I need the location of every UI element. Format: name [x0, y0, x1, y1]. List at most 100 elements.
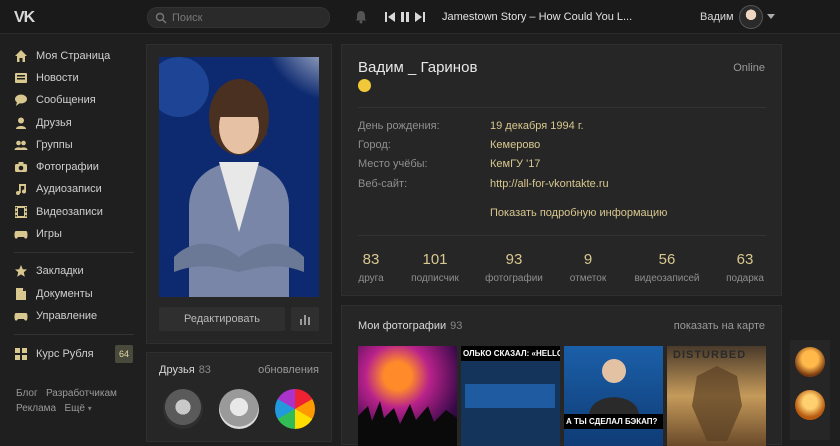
photo-thumbnail[interactable]: А ТЫ СДЕЛАЛ БЭКАП?: [564, 346, 663, 446]
search-placeholder: Поиск: [172, 12, 203, 24]
developers-link[interactable]: Разработчикам: [46, 388, 117, 399]
chevron-down-icon[interactable]: [767, 14, 775, 19]
website-value[interactable]: http://all-for-vkontakte.ru: [490, 178, 609, 190]
counter-number: 101: [422, 251, 448, 268]
counter-photos[interactable]: 93 фотографии: [474, 251, 554, 284]
side-avatar[interactable]: [795, 390, 825, 420]
current-user-avatar[interactable]: [739, 5, 763, 29]
sidebar-item-label: Курс Рубля: [36, 348, 94, 360]
friend-avatar[interactable]: [163, 389, 203, 429]
sidebar-item-messages[interactable]: Сообщения: [14, 90, 96, 110]
current-user-name[interactable]: Вадим: [700, 11, 734, 23]
sidebar-item-label: Видеозаписи: [36, 206, 103, 218]
photo-caption: А ТЫ СДЕЛАЛ БЭКАП?: [564, 414, 663, 429]
photo-thumbnail[interactable]: [358, 346, 457, 446]
photo-thumbnail[interactable]: DISTURBED: [667, 346, 766, 446]
friends-updates-link[interactable]: обновления: [258, 364, 319, 376]
city-value[interactable]: Кемерово: [490, 139, 540, 151]
sidebar-divider: [14, 334, 134, 335]
profile-divider: [358, 235, 766, 236]
audio-player-controls: [385, 10, 425, 24]
blog-link[interactable]: Блог: [16, 388, 38, 399]
sidebar-item-documents[interactable]: Документы: [14, 284, 93, 304]
sidebar-item-ruble-rate[interactable]: Курс Рубля: [14, 344, 94, 364]
pause-icon[interactable]: [400, 11, 410, 23]
my-photos-card: Мои фотографии 93 показать на карте ОЛЬКО…: [341, 305, 782, 446]
sidebar-item-videos[interactable]: Видеозаписи: [14, 202, 103, 222]
previous-track-icon[interactable]: [385, 11, 395, 23]
search-icon: [155, 12, 167, 24]
edit-profile-button[interactable]: Редактировать: [159, 307, 285, 331]
search-input[interactable]: Поиск: [147, 7, 330, 28]
study-value[interactable]: КемГУ '17: [490, 158, 540, 170]
show-on-map-link[interactable]: показать на карте: [674, 320, 765, 332]
sidebar-item-label: Управление: [36, 310, 98, 322]
photo-thumbnail[interactable]: ОЛЬКО СКАЗАЛ: «HELLO, GU: [461, 346, 560, 446]
sidebar-item-news[interactable]: Новости: [14, 68, 79, 88]
music-icon: [16, 184, 26, 195]
counter-videos[interactable]: 56 видеозаписей: [627, 251, 707, 284]
friends-title[interactable]: Друзья 83: [159, 364, 211, 376]
counter-gifts[interactable]: 63 подарка: [705, 251, 785, 284]
sidebar-item-games[interactable]: Игры: [14, 224, 62, 244]
ruble-rate-badge: 64: [115, 345, 133, 363]
birthday-label: День рождения:: [358, 120, 440, 132]
sidebar-item-management[interactable]: Управление: [14, 306, 97, 326]
concert-crowd-illustration: [358, 401, 457, 446]
photo-caption: ОЛЬКО СКАЗАЛ: «HELLO, GU: [461, 346, 560, 361]
my-photos-count: 93: [450, 320, 463, 332]
next-track-icon[interactable]: [415, 11, 425, 23]
friends-count: 83: [198, 364, 211, 376]
sidebar-item-groups[interactable]: Группы: [14, 135, 73, 155]
counter-number: 56: [658, 251, 676, 268]
now-playing-track[interactable]: Jamestown Story – How Could You L...: [442, 11, 632, 23]
website-label: Веб-сайт:: [358, 178, 408, 190]
profile-photo[interactable]: [159, 57, 319, 297]
sidebar-item-label: Игры: [36, 228, 62, 240]
counter-label: отметок: [569, 273, 607, 284]
friend-avatar[interactable]: [219, 389, 259, 429]
counter-followers[interactable]: 101 подписчик: [395, 251, 475, 284]
statistics-button[interactable]: [291, 307, 319, 331]
friend-icon: [16, 117, 26, 129]
profile-divider: [358, 107, 766, 108]
profile-photo-illustration: [159, 57, 319, 297]
more-link[interactable]: Ещё: [64, 403, 84, 414]
profile-info-card: Вадим _ Гаринов Online День рождения: 19…: [341, 44, 782, 296]
bell-icon[interactable]: [354, 10, 368, 24]
chevron-down-icon[interactable]: ▾: [88, 404, 92, 413]
photo-banner: [465, 384, 555, 408]
my-photos-title-label: Мои фотографии: [358, 320, 447, 332]
sidebar-divider: [14, 252, 134, 253]
news-icon: [15, 73, 27, 83]
gamepad-icon: [14, 313, 28, 321]
counter-label: подарка: [726, 273, 764, 284]
profile-name: Вадим _ Гаринов: [358, 59, 478, 76]
counter-tags[interactable]: 9 отметок: [548, 251, 628, 284]
side-avatar[interactable]: [795, 347, 825, 377]
ads-link[interactable]: Реклама: [16, 403, 56, 414]
sidebar-item-label: Сообщения: [36, 94, 96, 106]
my-photos-title[interactable]: Мои фотографии 93: [358, 320, 462, 332]
birthday-value[interactable]: 19 декабря 1994 г.: [490, 120, 584, 132]
document-icon: [16, 288, 26, 300]
sidebar-item-my-page[interactable]: Моя Страница: [14, 46, 110, 66]
counter-number: 93: [505, 251, 523, 268]
friends-card: Друзья 83 обновления: [146, 352, 332, 442]
counter-number: 9: [583, 251, 593, 268]
sidebar-item-label: Закладки: [36, 265, 84, 277]
sidebar-item-label: Моя Страница: [36, 50, 111, 62]
vk-logo[interactable]: VK: [14, 9, 42, 26]
sidebar-item-friends[interactable]: Друзья: [14, 113, 72, 133]
show-more-info-link[interactable]: Показать подробную информацию: [490, 207, 667, 219]
bar-chart-icon: [300, 315, 310, 325]
emoji-status-icon: [358, 79, 371, 92]
sidebar-item-bookmarks[interactable]: Закладки: [14, 261, 84, 281]
city-label: Город:: [358, 139, 391, 151]
friend-avatar[interactable]: [275, 389, 315, 429]
sidebar-item-photos[interactable]: Фотографии: [14, 157, 99, 177]
sidebar-item-audio[interactable]: Аудиозаписи: [14, 179, 102, 199]
counter-number: 63: [736, 251, 754, 268]
sidebar-item-label: Документы: [36, 288, 93, 300]
gamepad-icon: [14, 231, 28, 239]
